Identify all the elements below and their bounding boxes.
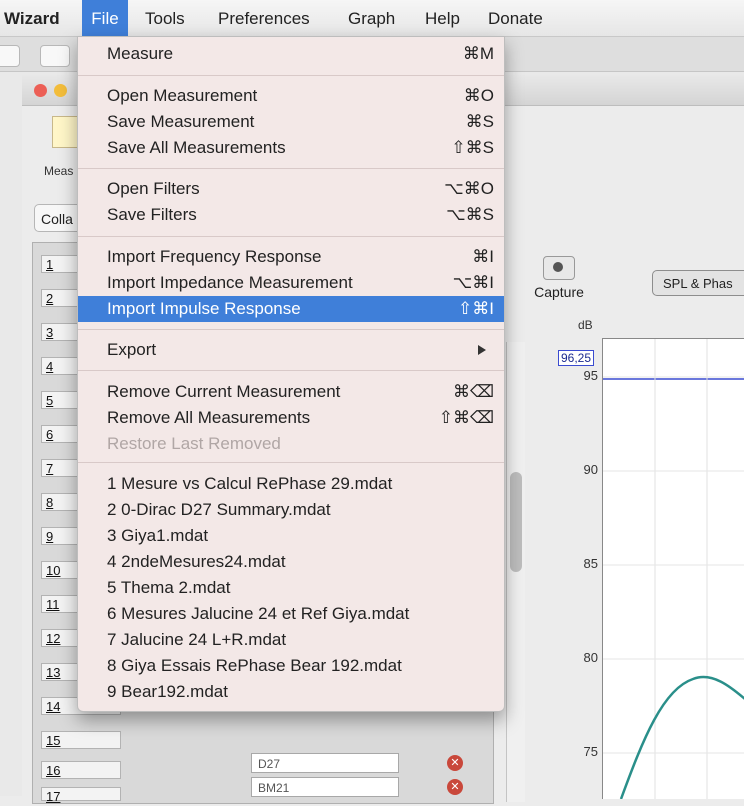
menu-separator	[78, 168, 504, 169]
menu-item-open-filters[interactable]: Open Filters ⌥⌘O	[78, 176, 504, 202]
menu-wizard[interactable]: Wizard	[2, 0, 82, 36]
menu-item-measure[interactable]: Measure ⌘M	[78, 41, 504, 67]
menu-item-open-measurement[interactable]: Open Measurement ⌘O	[78, 83, 504, 109]
measurement-row[interactable]: 15	[41, 731, 121, 749]
y-tick-label: 95	[583, 368, 598, 383]
menu-item-save-measurement[interactable]: Save Measurement ⌘S	[78, 109, 504, 135]
menu-file[interactable]: File	[82, 0, 128, 36]
file-menu: Measure ⌘M Open Measurement ⌘O Save Measur…	[77, 36, 505, 712]
close-window-button[interactable]	[34, 84, 47, 97]
menu-tools[interactable]: Tools	[145, 0, 185, 36]
capture-button[interactable]: Capture	[524, 256, 594, 300]
graph-svg	[603, 339, 744, 800]
camera-icon	[543, 256, 575, 280]
submenu-arrow-icon	[478, 345, 486, 355]
recent-file-item[interactable]: 7 Jalucine 24 L+R.mdat	[78, 627, 504, 653]
scrollbar-thumb[interactable]	[510, 472, 522, 572]
measurement-name-field[interactable]: BM21	[251, 777, 399, 797]
menu-graph[interactable]: Graph	[348, 0, 395, 36]
recent-file-item[interactable]: 9 Bear192.mdat	[78, 679, 504, 705]
menu-separator	[78, 236, 504, 237]
y-tick-label: 75	[583, 744, 598, 759]
y-axis-unit: dB	[578, 318, 593, 332]
recent-file-item[interactable]: 4 2ndeMesures24.mdat	[78, 549, 504, 575]
menu-item-remove-current-measurement[interactable]: Remove Current Measurement ⌘⌫	[78, 379, 504, 405]
menu-item-restore-last-removed: Restore Last Removed	[107, 434, 281, 453]
menu-item-import-impedance-measurement[interactable]: Import Impedance Measurement ⌥⌘I	[78, 270, 504, 296]
spl-phase-button[interactable]: SPL & Phas	[652, 270, 744, 296]
menu-separator	[78, 329, 504, 330]
menu-donate[interactable]: Donate	[488, 0, 543, 36]
recent-file-item[interactable]: 2 0-Dirac D27 Summary.mdat	[78, 497, 504, 523]
remove-icon[interactable]: ✕	[447, 779, 463, 795]
remove-icon[interactable]: ✕	[447, 755, 463, 771]
menu-item-import-frequency-response[interactable]: Import Frequency Response ⌘I	[78, 244, 504, 270]
menu-separator	[78, 462, 504, 463]
y-tick-label: 80	[583, 650, 598, 665]
sidebar-toggle-button[interactable]	[40, 45, 70, 67]
recent-file-item[interactable]: 8 Giya Essais RePhase Bear 192.mdat	[78, 653, 504, 679]
menu-bar: Wizard File Tools Preferences Graph Help…	[0, 0, 744, 37]
menu-preferences[interactable]: Preferences	[218, 0, 310, 36]
graph-area[interactable]	[602, 338, 744, 800]
y-tick-label: 85	[583, 556, 598, 571]
measurement-row[interactable]: 17	[41, 787, 121, 804]
menu-item-save-filters[interactable]: Save Filters ⌥⌘S	[78, 202, 504, 228]
menu-separator	[78, 370, 504, 371]
menu-item-remove-all-measurements[interactable]: Remove All Measurements ⇧⌘⌫	[78, 405, 504, 431]
toolbar-button[interactable]	[0, 45, 20, 67]
recent-file-item[interactable]: 6 Mesures Jalucine 24 et Ref Giya.mdat	[78, 601, 504, 627]
y-tick-label: 90	[583, 462, 598, 477]
menu-separator	[78, 75, 504, 76]
measure-label: Meas	[44, 164, 74, 178]
cursor-value: 96,25	[558, 350, 595, 366]
measurement-name-field[interactable]: D27	[251, 753, 399, 773]
recent-file-item[interactable]: 3 Giya1.mdat	[78, 523, 504, 549]
menu-item-export[interactable]: Export	[78, 337, 504, 363]
menu-item-save-all-measurements[interactable]: Save All Measurements ⇧⌘S	[78, 135, 504, 161]
menu-item-import-impulse-response[interactable]: Import Impulse Response ⇧⌘I	[78, 296, 504, 322]
capture-label: Capture	[534, 284, 584, 300]
list-scrollbar[interactable]	[506, 342, 525, 802]
recent-file-item[interactable]: 1 Mesure vs Calcul RePhase 29.mdat	[78, 471, 504, 497]
recent-file-item[interactable]: 5 Thema 2.mdat	[78, 575, 504, 601]
measurement-row[interactable]: 16	[41, 761, 121, 779]
menu-help[interactable]: Help	[425, 0, 460, 36]
response-curve	[619, 675, 744, 800]
minimize-window-button[interactable]	[54, 84, 67, 97]
